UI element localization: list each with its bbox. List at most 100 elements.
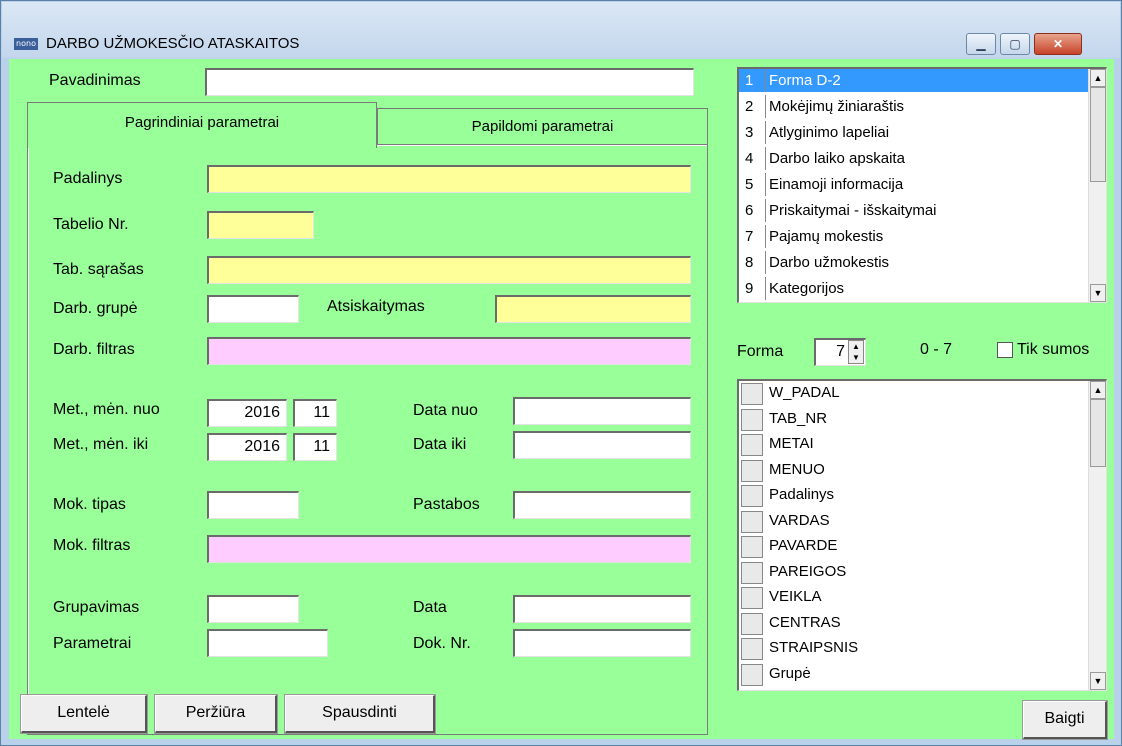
field-checkbox[interactable] (741, 663, 763, 686)
field-list-item[interactable]: PAVARDE (739, 535, 1088, 560)
scroll-up-icon[interactable]: ▲ (1090, 69, 1106, 87)
field-checkbox[interactable] (741, 612, 763, 635)
tab-papildomi[interactable]: Papildomi parametrai (377, 108, 708, 144)
month-from-input[interactable]: 11 (293, 399, 337, 427)
dok-nr-input[interactable] (513, 629, 691, 657)
report-number: 2 (745, 98, 754, 115)
report-list-scrollbar[interactable]: ▲ ▼ (1088, 69, 1106, 302)
tab-sarasas-input[interactable] (207, 256, 691, 284)
scroll-down-icon[interactable]: ▼ (1090, 284, 1106, 302)
field-checkbox[interactable] (741, 638, 763, 660)
field-list[interactable]: W_PADAL TAB_NR METAI MENUO Padalinys VARDAS PA… (737, 379, 1107, 691)
parametrai-input[interactable] (207, 629, 328, 657)
close-button[interactable]: ✕ (1034, 33, 1082, 55)
field-checkbox[interactable] (741, 561, 763, 584)
scroll-up-icon[interactable]: ▲ (1090, 381, 1106, 399)
pavadinimas-label: Pavadinimas (49, 72, 141, 89)
report-list-item[interactable]: 6 Priskaitymai - išskaitymai (739, 199, 1088, 222)
field-list-item[interactable]: VEIKLA (739, 586, 1088, 611)
field-list-item[interactable]: W_PADAL (739, 382, 1088, 407)
lentele-button[interactable]: Lentelė (21, 695, 147, 733)
mok-filtras-input[interactable] (207, 535, 691, 563)
report-name: Priskaitymai - išskaitymai (765, 199, 937, 222)
field-list-item[interactable]: STRAIPSNIS (739, 637, 1088, 662)
darb-filtras-input[interactable] (207, 337, 691, 365)
atsiskaitymas-label: Atsiskaitymas (327, 298, 425, 315)
tabelio-nr-input[interactable] (207, 211, 314, 239)
baigti-button[interactable]: Baigti (1023, 701, 1107, 739)
field-list-item[interactable]: PAREIGOS (739, 561, 1088, 586)
grupavimas-label: Grupavimas (53, 599, 140, 616)
grupavimas-input[interactable] (207, 595, 299, 623)
field-checkbox[interactable] (741, 587, 763, 609)
field-checkbox[interactable] (741, 434, 763, 456)
report-number: 4 (745, 150, 754, 167)
report-list-item[interactable]: 1 Forma D-2 (739, 69, 1088, 92)
field-checkbox[interactable] (741, 383, 763, 405)
report-number: 5 (745, 176, 754, 193)
minimize-button[interactable]: ▁ (966, 33, 996, 55)
report-list-item[interactable]: 5 Einamoji informacija (739, 173, 1088, 196)
scroll-thumb[interactable] (1090, 399, 1106, 467)
year-from-input[interactable]: 2016 (207, 399, 287, 427)
data-label: Data (413, 599, 447, 616)
field-list-item[interactable]: Grupė (739, 663, 1088, 688)
field-checkbox[interactable] (741, 536, 763, 558)
title-bar[interactable]: nono DARBO UŽMOKESČIO ATASKAITOS ▁ ▢ ✕ (2, 2, 1120, 58)
field-list-item[interactable]: Padalinys (739, 484, 1088, 509)
tab-pagrindiniai[interactable]: Pagrindiniai parametrai (27, 102, 377, 148)
report-number: 8 (745, 254, 754, 271)
app-icon: nono (14, 38, 38, 50)
scroll-thumb[interactable] (1090, 87, 1106, 182)
report-list[interactable]: 1 Forma D-2 2 Mokėjimų žiniaraštis 3 Atlygini… (737, 67, 1107, 303)
maximize-button[interactable]: ▢ (1000, 33, 1030, 55)
report-list-item[interactable]: 8 Darbo užmokestis (739, 251, 1088, 274)
parametrai-label: Parametrai (53, 635, 132, 652)
report-list-item[interactable]: 4 Darbo laiko apskaita (739, 147, 1088, 170)
field-name: Padalinys (769, 486, 835, 503)
data-nuo-input[interactable] (513, 397, 691, 425)
pavadinimas-input[interactable] (205, 68, 694, 96)
padalinys-label: Padalinys (53, 170, 123, 187)
report-list-item[interactable]: 2 Mokėjimų žiniaraštis (739, 95, 1088, 118)
pastabos-input[interactable] (513, 491, 691, 519)
year-to-input[interactable]: 2016 (207, 433, 287, 461)
spinner-arrows-icon[interactable]: ▲ ▼ (848, 340, 864, 364)
met-men-iki-label: Met., mėn. iki (53, 436, 149, 453)
field-checkbox[interactable] (741, 408, 763, 431)
report-name: Forma D-2 (765, 69, 841, 92)
field-list-item[interactable]: MENUO (739, 459, 1088, 484)
report-window: nono DARBO UŽMOKESČIO ATASKAITOS ▁ ▢ ✕ P… (0, 0, 1122, 746)
report-list-item[interactable]: 3 Atlyginimo lapeliai (739, 121, 1088, 144)
scroll-down-icon[interactable]: ▼ (1090, 672, 1106, 690)
field-name: Grupė (769, 664, 811, 682)
report-name: Darbo užmokestis (765, 251, 889, 274)
report-list-item[interactable]: 9 Kategorijos (739, 277, 1088, 300)
field-checkbox[interactable] (741, 485, 763, 507)
report-number: 9 (745, 280, 754, 297)
tik-sumos-label: Tik sumos (1017, 341, 1090, 358)
spausdinti-button[interactable]: Spausdinti (285, 695, 435, 733)
field-list-item[interactable]: CENTRAS (739, 612, 1088, 637)
report-list-item[interactable]: 7 Pajamų mokestis (739, 225, 1088, 248)
field-list-scrollbar[interactable]: ▲ ▼ (1088, 381, 1106, 690)
mok-tipas-input[interactable] (207, 491, 299, 519)
field-checkbox[interactable] (741, 510, 763, 533)
padalinys-input[interactable] (207, 165, 691, 193)
report-name: Mokėjimų žiniaraštis (765, 95, 904, 118)
perziura-button[interactable]: Peržiūra (155, 695, 277, 733)
spausdinti-label: Spausdinti (322, 704, 397, 721)
atsiskaitymas-input[interactable] (495, 295, 691, 323)
field-list-item[interactable]: VARDAS (739, 510, 1088, 535)
report-name: Pajamų mokestis (765, 225, 883, 248)
perziura-label: Peržiūra (185, 704, 246, 721)
tik-sumos-checkbox[interactable] (997, 342, 1013, 358)
darb-grupe-input[interactable] (207, 295, 299, 323)
field-name: VARDAS (769, 511, 830, 529)
field-list-item[interactable]: METAI (739, 433, 1088, 458)
month-to-input[interactable]: 11 (293, 433, 337, 461)
data-input[interactable] (513, 595, 691, 623)
data-iki-input[interactable] (513, 431, 691, 459)
field-list-item[interactable]: TAB_NR (739, 408, 1088, 433)
field-checkbox[interactable] (741, 459, 763, 482)
